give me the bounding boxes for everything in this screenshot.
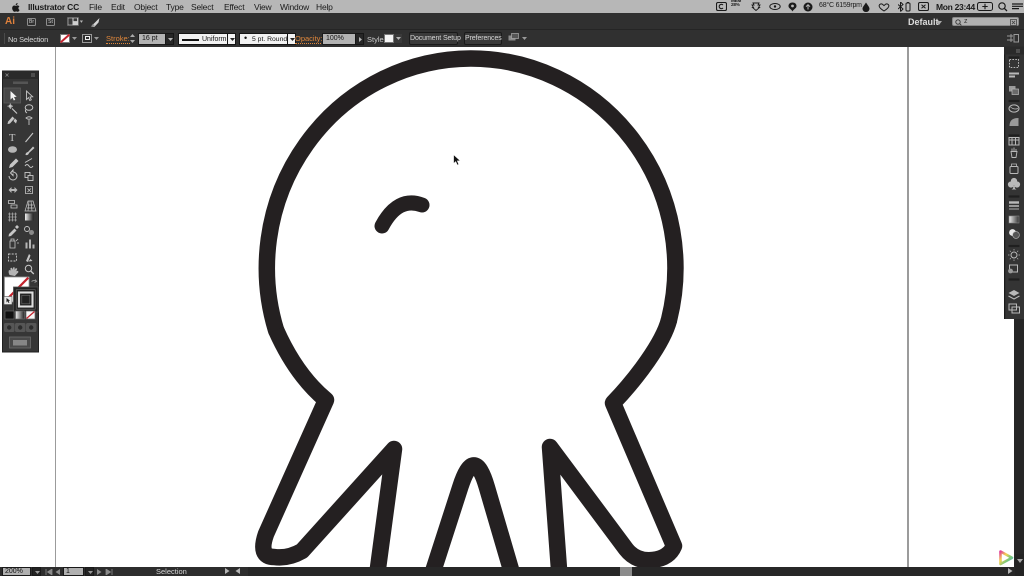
- svg-text:T: T: [9, 133, 16, 144]
